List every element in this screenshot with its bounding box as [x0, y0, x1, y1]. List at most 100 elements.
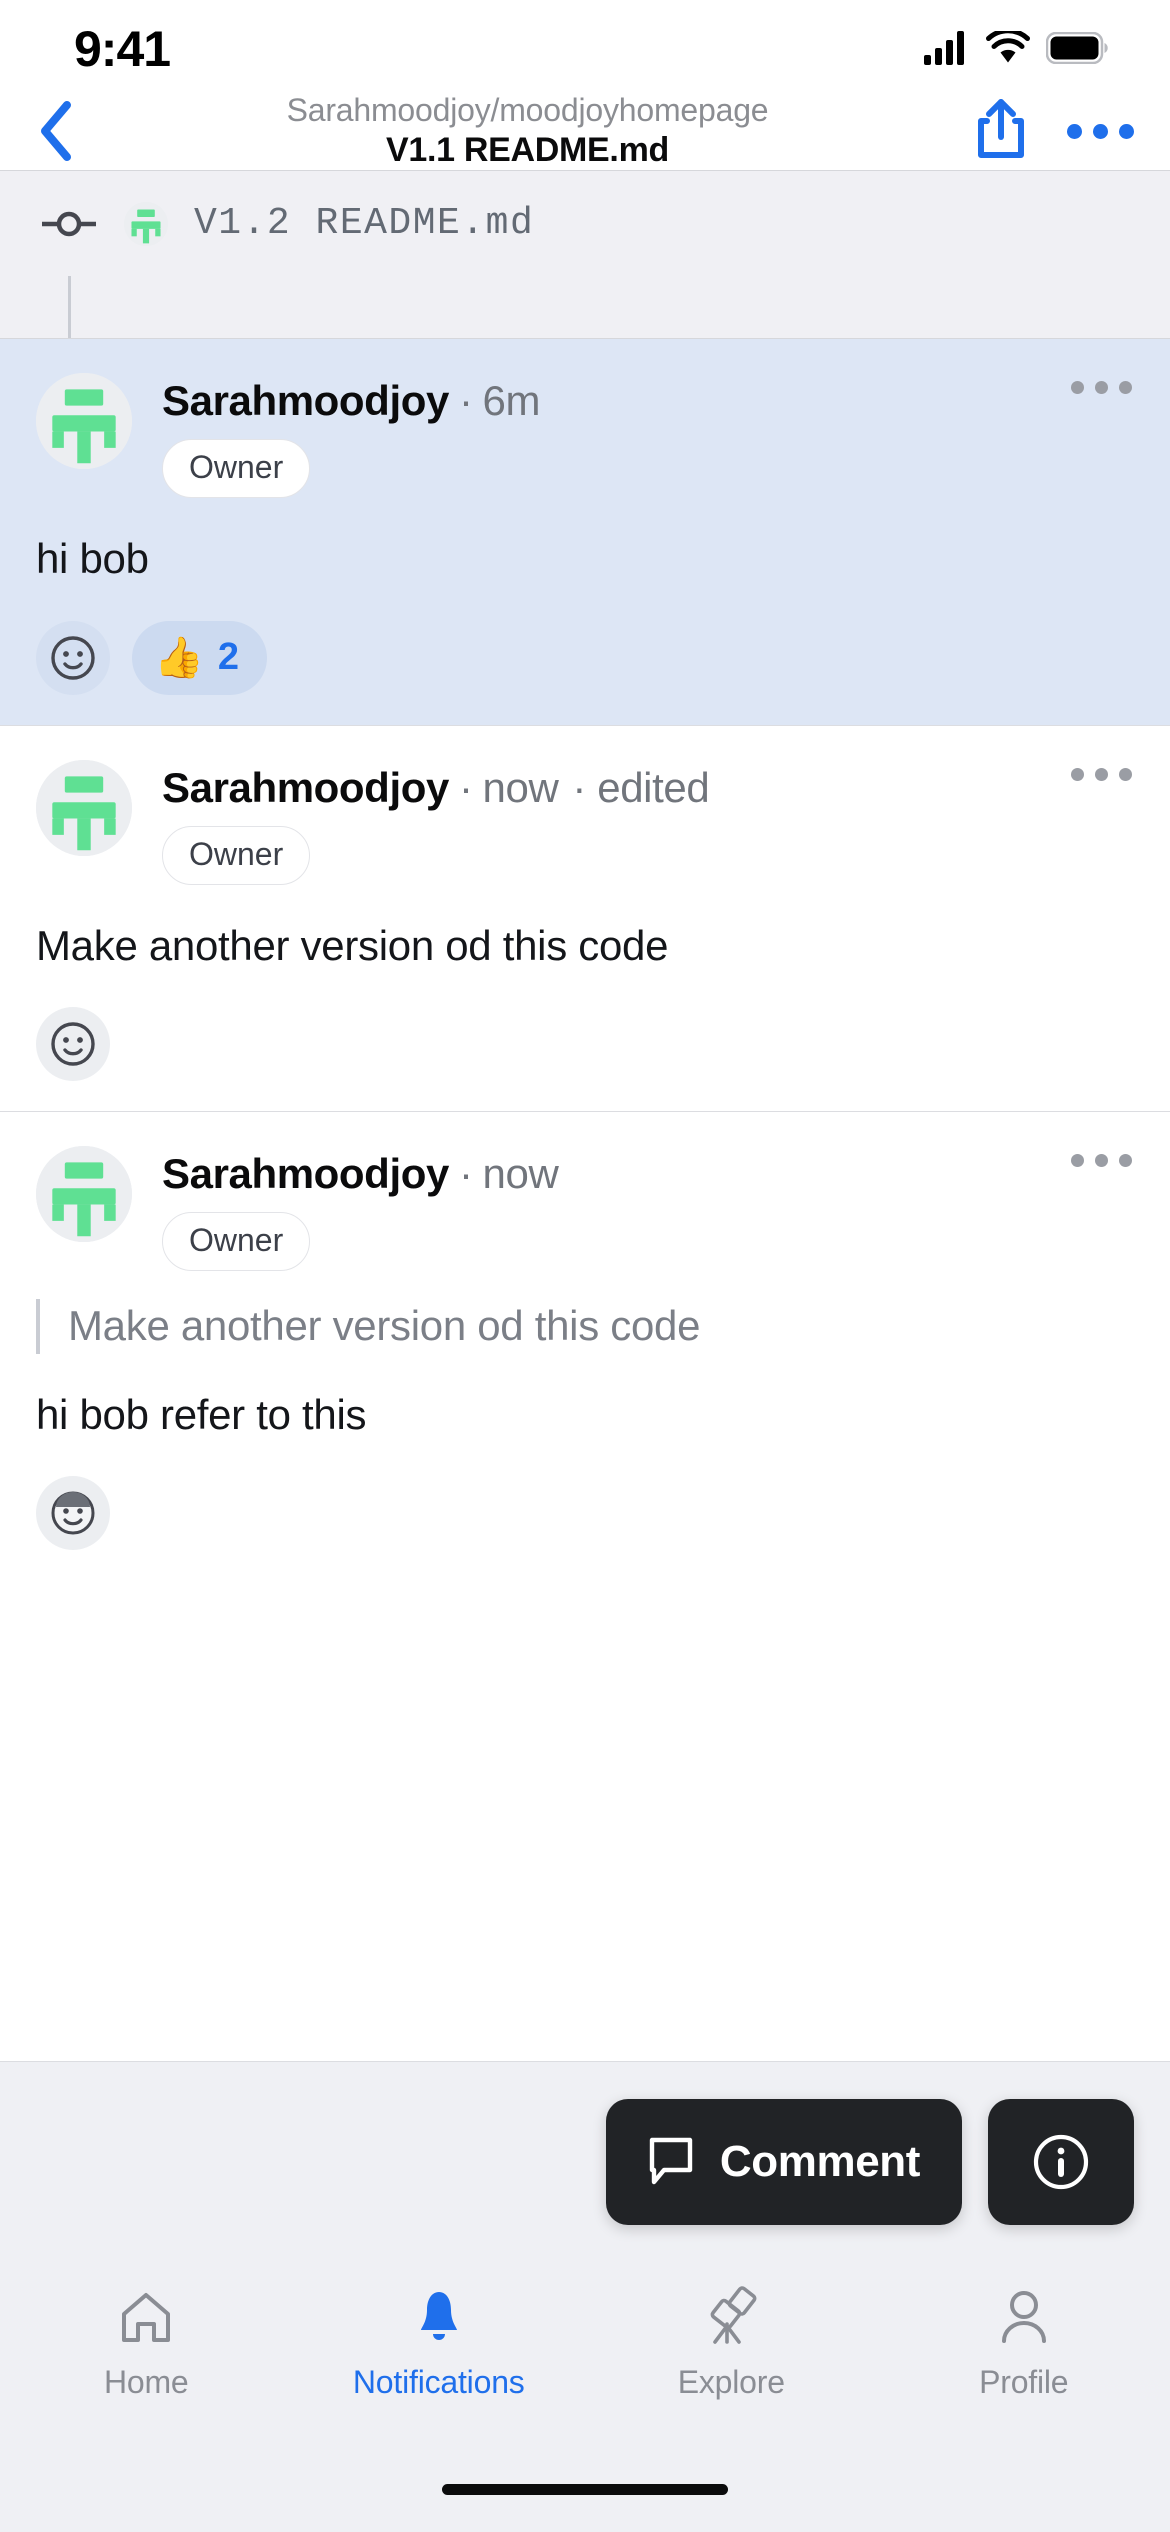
comment-author-line: Sarahmoodjoy · 6m [162, 377, 1134, 425]
info-circle-icon [1033, 2134, 1089, 2190]
comment-button[interactable]: Comment [605, 2099, 962, 2225]
add-reaction-button[interactable] [36, 620, 110, 695]
ellipsis-dot [1067, 123, 1082, 139]
comment-header: Sarahmoodjoy · 6m Owner [36, 373, 1134, 498]
tab-label: Explore [677, 2364, 785, 2400]
repo-breadcrumb: Sarahmoodjoy/moodjoyhomepage [286, 91, 769, 128]
bell-icon [408, 2284, 470, 2350]
tab-label: Profile [979, 2364, 1069, 2400]
tab-profile[interactable]: Profile [878, 2284, 1170, 2401]
wifi-icon [986, 31, 1030, 63]
comment-more-button[interactable] [1071, 1154, 1132, 1168]
comment-author[interactable]: Sarahmoodjoy [162, 1150, 449, 1198]
comment-author-line: Sarahmoodjoy · now · edited [162, 764, 1134, 812]
reaction-row [36, 1476, 1134, 1551]
comment-item[interactable]: Sarahmoodjoy · now · edited Owner Make a… [0, 726, 1170, 1112]
comment-body: hi bob [36, 535, 149, 582]
avatar[interactable] [36, 1146, 132, 1243]
nav-title-group: Sarahmoodjoy/moodjoyhomepage V1.1 README… [94, 91, 961, 170]
comment-header: Sarahmoodjoy · now Owner [36, 1146, 1134, 1272]
home-icon [115, 2284, 177, 2350]
add-reaction-button[interactable] [36, 1476, 110, 1551]
meta-separator: · [458, 1150, 473, 1198]
nav-actions [961, 97, 1134, 166]
ellipsis-dot [1071, 381, 1084, 394]
moodjoy-logo-avatar [36, 1146, 132, 1243]
comment-meta: Sarahmoodjoy · now · edited Owner [132, 760, 1134, 885]
commit-thread-line [0, 276, 1170, 338]
comment-timestamp: now [482, 763, 559, 811]
speech-bubble-icon [649, 2137, 693, 2185]
smiley-face-icon [51, 635, 95, 680]
status-icons [924, 31, 1108, 65]
ellipsis-dot [1071, 1154, 1084, 1168]
content-spacer [0, 1580, 1170, 2061]
comment-item[interactable]: Sarahmoodjoy · 6m Owner hi bob 👍 2 [0, 339, 1170, 725]
comment-timestamp: now [482, 1150, 559, 1198]
version-author-avatar [124, 201, 168, 246]
moodjoy-logo-avatar [36, 759, 132, 856]
ellipsis-dot [1093, 123, 1108, 139]
thumbs-up-icon: 👍 [154, 635, 204, 680]
reaction-row [36, 1007, 1134, 1082]
comment-edited-flag: · edited [572, 763, 710, 811]
comment-body: Make another version od this code [36, 921, 669, 969]
info-button[interactable] [988, 2099, 1134, 2225]
comment-item[interactable]: Sarahmoodjoy · now Owner Make another ve… [0, 1112, 1170, 1580]
comment-more-button[interactable] [1071, 767, 1132, 781]
version-row[interactable]: V1.2 README.md [0, 171, 1170, 276]
tab-notifications[interactable]: Notifications [293, 2284, 586, 2401]
status-badge: Owner [162, 825, 311, 885]
tab-label: Home [103, 2364, 189, 2400]
more-options-button[interactable] [1067, 123, 1134, 139]
ellipsis-dot [1095, 1154, 1108, 1168]
home-indicator[interactable] [442, 2484, 728, 2495]
comment-meta: Sarahmoodjoy · now Owner [132, 1146, 1134, 1272]
person-icon [993, 2284, 1055, 2350]
bottom-action-bar: Comment [0, 2062, 1170, 2262]
back-button[interactable] [18, 93, 94, 169]
comment-header: Sarahmoodjoy · now · edited Owner [36, 759, 1134, 885]
tab-bar: Home Notifications Explore Profile [0, 2262, 1170, 2484]
comment-more-button[interactable] [1071, 381, 1132, 394]
ellipsis-dot [1119, 381, 1132, 394]
comment-author-line: Sarahmoodjoy · now [162, 1150, 1134, 1198]
commit-dot-icon [42, 209, 96, 239]
ellipsis-dot [1095, 767, 1108, 781]
status-badge: Owner [162, 1212, 311, 1272]
quoted-text: Make another version od this code [36, 1299, 1134, 1354]
ellipsis-dot [1119, 123, 1134, 139]
comment-timestamp: 6m [482, 377, 541, 424]
share-button[interactable] [975, 97, 1027, 166]
home-indicator-area [0, 2484, 1170, 2532]
tab-home[interactable]: Home [0, 2284, 293, 2401]
moodjoy-logo-avatar [124, 201, 168, 246]
reaction-pill[interactable]: 👍 2 [132, 620, 267, 695]
status-badge: Owner [162, 439, 311, 498]
ellipsis-dot [1095, 381, 1108, 394]
add-reaction-button[interactable] [36, 1007, 110, 1082]
page-title: V1.1 README.md [386, 131, 669, 170]
status-bar: 9:41 [0, 0, 1170, 92]
meta-separator: · [458, 377, 473, 424]
smiley-face-icon [51, 1022, 95, 1066]
tab-label: Notifications [352, 2364, 525, 2400]
navigation-bar: Sarahmoodjoy/moodjoyhomepage V1.1 README… [0, 92, 1170, 170]
avatar[interactable] [36, 373, 132, 469]
share-icon [978, 98, 1024, 158]
app-screen: 9:41 Sarahmoodjoy/moodjoyhomepage V1.1 R… [0, 0, 1170, 2532]
comment-body: hi bob refer to this [36, 1390, 367, 1438]
comment-button-label: Comment [719, 2137, 921, 2186]
chevron-left-icon [41, 101, 71, 161]
avatar[interactable] [36, 759, 132, 856]
reaction-row: 👍 2 [36, 620, 1134, 695]
comment-author[interactable]: Sarahmoodjoy [162, 377, 449, 425]
tab-explore[interactable]: Explore [585, 2284, 878, 2401]
meta-separator: · [458, 763, 473, 811]
comment-author[interactable]: Sarahmoodjoy [162, 764, 449, 812]
comment-meta: Sarahmoodjoy · 6m Owner [132, 373, 1134, 498]
ellipsis-dot [1119, 1154, 1132, 1168]
version-label: V1.2 README.md [194, 202, 535, 245]
battery-icon [1046, 32, 1108, 64]
cellular-signal-icon [924, 31, 964, 65]
